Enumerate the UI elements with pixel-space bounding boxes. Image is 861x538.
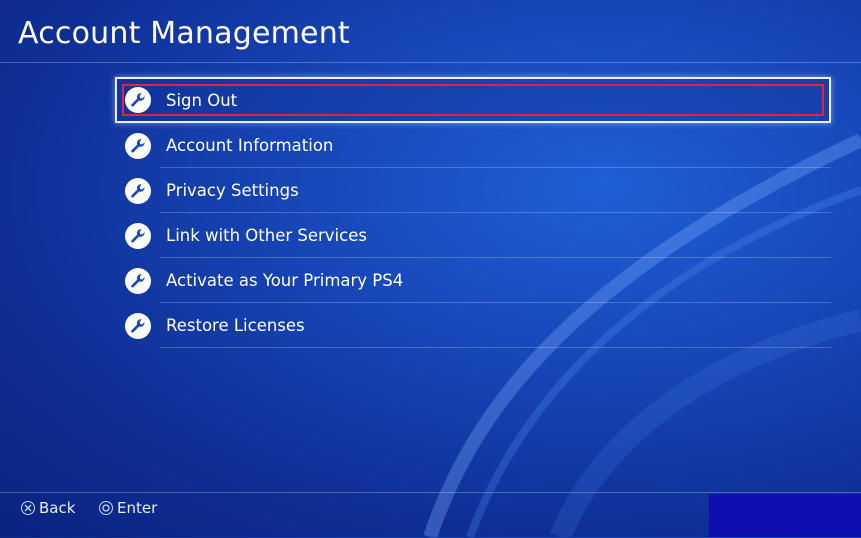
menu-item-activate-primary-ps4[interactable]: Activate as Your Primary PS4: [115, 258, 831, 303]
corner-block: [709, 494, 861, 537]
menu-item-privacy-settings[interactable]: Privacy Settings: [115, 168, 831, 213]
back-button[interactable]: Back: [21, 499, 75, 517]
menu-item-account-information[interactable]: Account Information: [115, 123, 831, 168]
cross-button-icon: [21, 501, 35, 515]
menu-item-sign-out[interactable]: Sign Out: [115, 77, 831, 123]
back-label: Back: [39, 499, 76, 517]
wrench-icon: [125, 267, 151, 294]
wrench-icon: [125, 132, 151, 159]
wrench-icon: [125, 222, 151, 249]
enter-button[interactable]: Enter: [99, 499, 157, 517]
menu-item-label: Privacy Settings: [166, 181, 299, 200]
page-title: Account Management: [18, 16, 350, 51]
divider: [160, 347, 831, 348]
menu-item-restore-licenses[interactable]: Restore Licenses: [115, 303, 831, 348]
menu-item-label: Account Information: [166, 136, 334, 155]
menu-item-link-with-other-services[interactable]: Link with Other Services: [115, 213, 831, 258]
menu-item-label: Sign Out: [166, 90, 238, 110]
wrench-icon: [125, 312, 151, 339]
header-bar: Account Management: [0, 0, 861, 63]
circle-button-icon: [99, 501, 113, 515]
wrench-icon: [125, 87, 151, 113]
menu-item-label: Activate as Your Primary PS4: [166, 271, 404, 290]
wrench-icon: [125, 177, 151, 204]
settings-menu: Sign Out Account Information Privacy Set…: [115, 77, 831, 348]
enter-label: Enter: [117, 499, 158, 517]
menu-item-label: Link with Other Services: [166, 226, 367, 245]
menu-item-label: Restore Licenses: [166, 316, 305, 335]
